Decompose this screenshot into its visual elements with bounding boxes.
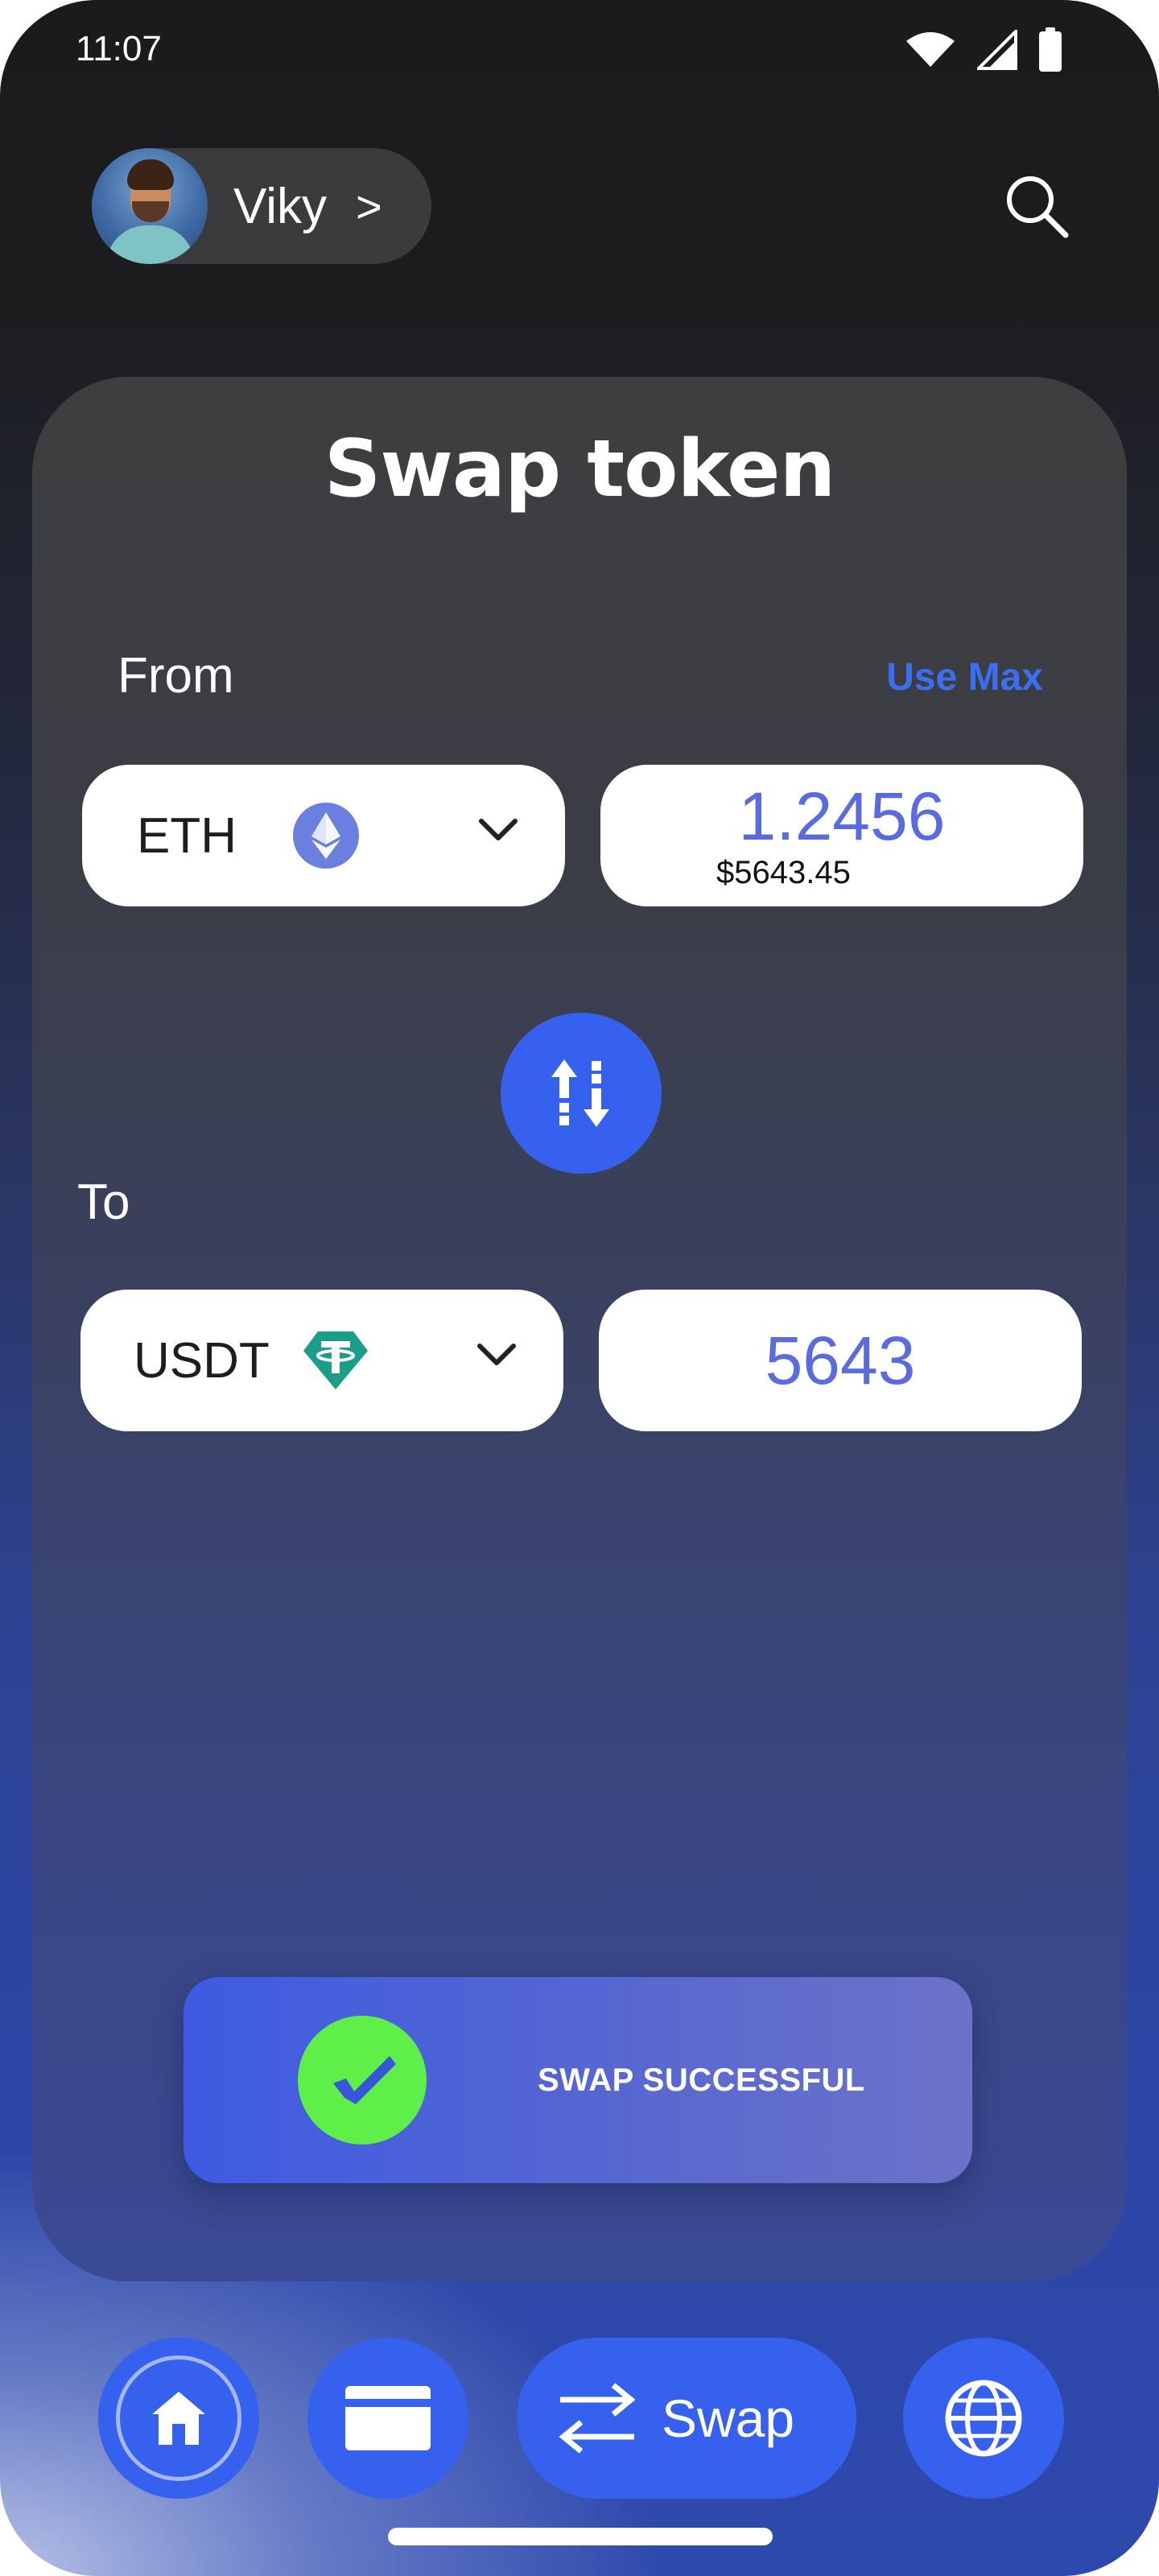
swap-success-toast: SWAP SUCCESSFUL [184,1977,972,2183]
tether-icon [303,1331,368,1389]
home-icon [152,2392,205,2445]
to-token-select[interactable]: USDT [80,1290,563,1431]
from-label: From [118,648,234,704]
profile-name: Viky [233,178,328,234]
success-check-badge [298,2016,427,2145]
nav-home-ring [116,2355,241,2481]
from-usd-value: $5643.45 [716,855,851,890]
nav-wallet-button[interactable] [307,2338,468,2499]
toast-message: SWAP SUCCESSFUL [538,2062,865,2098]
status-bar: 11:07 [0,0,1159,105]
swap-arrows-icon [559,2383,636,2454]
nav-home-button[interactable] [98,2338,259,2499]
chevron-right-icon: > [356,180,382,232]
from-token-symbol: ETH [137,807,237,864]
checkmark-icon [333,2056,396,2104]
nav-swap-button[interactable]: Swap [517,2338,856,2499]
from-token-select[interactable]: ETH [82,765,565,906]
cellular-signal-icon [977,30,1017,70]
home-indicator[interactable] [388,2528,773,2545]
to-amount-field[interactable]: 5643 [599,1290,1082,1431]
wifi-icon [906,32,955,67]
status-time: 11:07 [76,29,162,68]
search-button[interactable] [1000,169,1074,243]
profile-button[interactable]: Viky > [92,148,431,264]
battery-icon [1039,27,1062,72]
chevron-down-icon [479,819,518,840]
wallet-icon [345,2386,431,2450]
page-title: Swap token [324,423,835,515]
nav-globe-button[interactable] [903,2338,1064,2499]
from-amount: 1.2456 [738,778,946,854]
to-amount: 5643 [765,1323,916,1398]
ethereum-icon [293,803,359,869]
status-icons [905,27,1062,72]
globe-icon [945,2380,1022,2457]
chevron-down-icon [477,1344,516,1365]
phone-screen: 11:07 Viky > Swap token From Use Max ETH… [0,0,1159,2576]
from-amount-field[interactable]: 1.2456 $5643.45 [600,765,1083,906]
swap-direction-button[interactable] [501,1013,662,1174]
to-token-symbol: USDT [134,1332,270,1389]
search-icon [1007,176,1069,238]
avatar [92,148,208,264]
swap-vertical-icon [551,1059,609,1127]
nav-swap-label: Swap [662,2388,795,2448]
to-label: To [77,1174,130,1230]
use-max-button[interactable]: Use Max [886,655,1043,700]
